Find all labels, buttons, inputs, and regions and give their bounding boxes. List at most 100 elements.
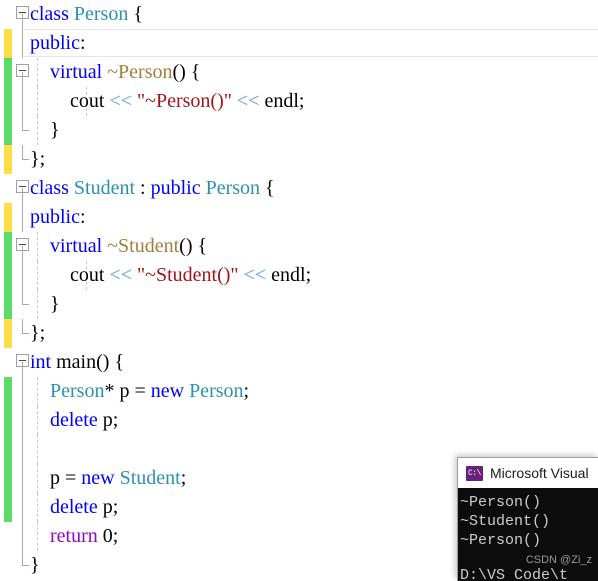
console-output-line: ~Student() xyxy=(460,513,551,530)
code-line[interactable]: int main() { xyxy=(0,348,598,377)
code-line-text[interactable]: }; xyxy=(30,145,45,174)
current-line-highlight xyxy=(24,29,598,57)
code-token-pl: () { xyxy=(179,235,208,257)
outlining-margin[interactable] xyxy=(15,551,31,580)
code-token-pl: : xyxy=(80,32,86,54)
change-indicator-bar xyxy=(4,319,12,348)
code-token-typ: Student xyxy=(119,467,181,489)
code-line[interactable]: cout << "~Person()" << endl; xyxy=(0,87,598,116)
outlining-margin[interactable] xyxy=(15,174,31,203)
console-title-bar[interactable]: Microsoft Visual xyxy=(458,458,598,488)
code-line-text[interactable]: virtual ~Person() { xyxy=(30,58,200,87)
code-line-text[interactable]: delete p; xyxy=(30,406,118,435)
code-line-text[interactable]: } xyxy=(30,116,60,145)
outline-connector-line xyxy=(22,246,23,261)
change-indicator-bar xyxy=(4,116,12,145)
code-token-typ: Person xyxy=(205,177,261,199)
outlining-margin[interactable] xyxy=(15,319,31,348)
outlining-margin[interactable] xyxy=(15,232,31,261)
outlining-margin[interactable] xyxy=(15,0,31,29)
outlining-margin[interactable] xyxy=(15,145,31,174)
outlining-margin[interactable] xyxy=(15,493,31,522)
code-line-text[interactable]: virtual ~Student() { xyxy=(30,232,207,261)
code-token-pl: 0; xyxy=(97,525,119,547)
outlining-margin[interactable] xyxy=(15,29,31,58)
code-line[interactable]: class Person { xyxy=(0,0,598,29)
code-line-text[interactable]: p = new Student; xyxy=(30,464,186,493)
code-token-pl: cout xyxy=(70,264,105,286)
code-token-pl: endl xyxy=(264,90,299,112)
code-line-text[interactable]: return 0; xyxy=(30,522,118,551)
code-token-pl: ; xyxy=(305,264,312,286)
code-line-text[interactable]: Person* p = new Person; xyxy=(30,377,249,406)
outline-connector-line xyxy=(22,406,23,435)
code-token-pl: p = xyxy=(30,467,82,489)
outlining-margin[interactable] xyxy=(15,203,31,232)
console-output-window[interactable]: Microsoft Visual ~Person()~Student()~Per… xyxy=(457,457,598,581)
outlining-margin[interactable] xyxy=(15,406,31,435)
change-indicator-bar xyxy=(4,145,12,174)
outlining-margin[interactable] xyxy=(15,377,31,406)
code-line[interactable]: Person* p = new Person; xyxy=(0,377,598,406)
outlining-margin[interactable] xyxy=(15,348,31,377)
outlining-margin[interactable] xyxy=(15,290,31,319)
code-line-text[interactable]: cout << "~Person()" << endl; xyxy=(30,87,304,116)
code-token-str: "~Person()" xyxy=(137,90,232,112)
code-line-text[interactable]: public: xyxy=(30,29,86,58)
outlining-margin[interactable] xyxy=(15,435,31,464)
outlining-margin[interactable] xyxy=(15,87,31,116)
code-token-typ: Person xyxy=(50,380,105,402)
outlining-margin[interactable] xyxy=(15,464,31,493)
code-line-text[interactable]: public: xyxy=(30,203,86,232)
code-token-pl: } xyxy=(30,554,40,576)
code-line-text[interactable]: class Person { xyxy=(30,0,143,29)
code-line-text[interactable]: class Student : public Person { xyxy=(30,174,275,203)
outline-connector-line xyxy=(22,377,23,406)
code-token-pl: } xyxy=(30,119,60,141)
change-indicator-bar xyxy=(4,377,12,406)
indent-guide xyxy=(37,435,39,464)
code-token-pl: ; xyxy=(180,467,187,489)
code-token-typ: Student xyxy=(73,177,136,199)
code-line[interactable]: delete p; xyxy=(0,406,598,435)
code-token-dtor: ~Student xyxy=(107,235,180,257)
code-line-text[interactable]: }; xyxy=(30,319,45,348)
outlining-margin[interactable] xyxy=(15,261,31,290)
code-line[interactable]: cout << "~Student()" << endl; xyxy=(0,261,598,290)
outlining-margin[interactable] xyxy=(15,58,31,87)
change-indicator-bar xyxy=(4,58,12,87)
change-indicator-bar xyxy=(4,29,12,58)
change-indicator-bar xyxy=(4,522,12,551)
code-line[interactable]: public: xyxy=(0,203,598,232)
code-token-pl: { xyxy=(128,3,143,25)
code-token-kw: int xyxy=(30,351,52,373)
change-indicator-bar xyxy=(4,174,12,203)
code-line-text[interactable]: delete p; xyxy=(30,493,118,522)
code-line[interactable]: public: xyxy=(0,29,598,58)
code-line-text[interactable]: } xyxy=(30,290,60,319)
outline-connector-line xyxy=(22,188,23,203)
code-line[interactable]: virtual ~Person() { xyxy=(0,58,598,87)
code-token-dtor: ~Person xyxy=(107,61,173,83)
code-token-kw: new xyxy=(81,467,115,489)
outline-end-tick xyxy=(22,565,29,566)
code-line[interactable]: virtual ~Student() { xyxy=(0,232,598,261)
code-line[interactable]: } xyxy=(0,116,598,145)
outline-connector-line xyxy=(22,551,23,566)
console-output-line: ~Person() xyxy=(460,532,542,549)
code-token-kw: public xyxy=(30,206,80,228)
code-token-pl: * p = xyxy=(104,380,151,402)
outlining-margin[interactable] xyxy=(15,522,31,551)
code-line-text[interactable]: cout << "~Student()" << endl; xyxy=(30,261,311,290)
code-line[interactable]: }; xyxy=(0,145,598,174)
code-line-text[interactable]: } xyxy=(30,551,40,580)
csdn-watermark: CSDN @Zi_z xyxy=(525,554,592,566)
outlining-margin[interactable] xyxy=(15,116,31,145)
code-line-text[interactable]: int main() { xyxy=(30,348,124,377)
code-token-kw: public xyxy=(30,32,80,54)
code-line[interactable]: } xyxy=(0,290,598,319)
code-token-kw: virtual xyxy=(50,235,103,257)
code-line[interactable]: class Student : public Person { xyxy=(0,174,598,203)
code-line[interactable]: }; xyxy=(0,319,598,348)
